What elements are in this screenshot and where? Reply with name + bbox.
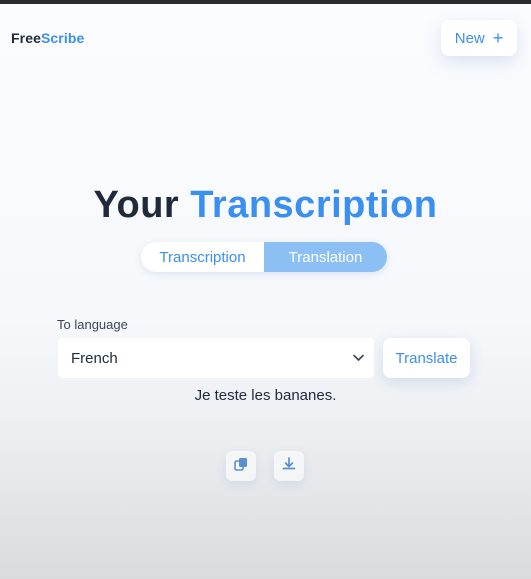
language-label: To language [57, 317, 128, 332]
tab-transcription[interactable]: Transcription [141, 242, 264, 272]
new-button-label: New [454, 29, 485, 47]
translated-text: Je teste les bananes. [194, 387, 337, 404]
tab-translation[interactable]: Translation [264, 242, 387, 272]
new-button[interactable]: New + [441, 20, 517, 56]
title-primary: Your [93, 184, 180, 226]
copy-button[interactable] [226, 451, 256, 481]
top-border [0, 0, 531, 4]
language-select[interactable]: French [58, 338, 374, 378]
copy-icon [233, 456, 249, 477]
tab-group: Transcription Translation [141, 242, 387, 272]
download-button[interactable] [274, 451, 304, 481]
logo-primary: Free [11, 30, 41, 46]
title-accent: Transcription [190, 184, 438, 226]
translate-button[interactable]: Translate [383, 338, 470, 378]
page-title: Your Transcription [0, 184, 531, 227]
language-selected-value: French [71, 349, 118, 367]
download-icon [281, 456, 297, 477]
plus-icon: + [492, 28, 504, 48]
logo-accent: Scribe [40, 30, 85, 46]
app-logo[interactable]: FreeScribe [11, 30, 84, 46]
chevron-down-icon [352, 352, 364, 364]
